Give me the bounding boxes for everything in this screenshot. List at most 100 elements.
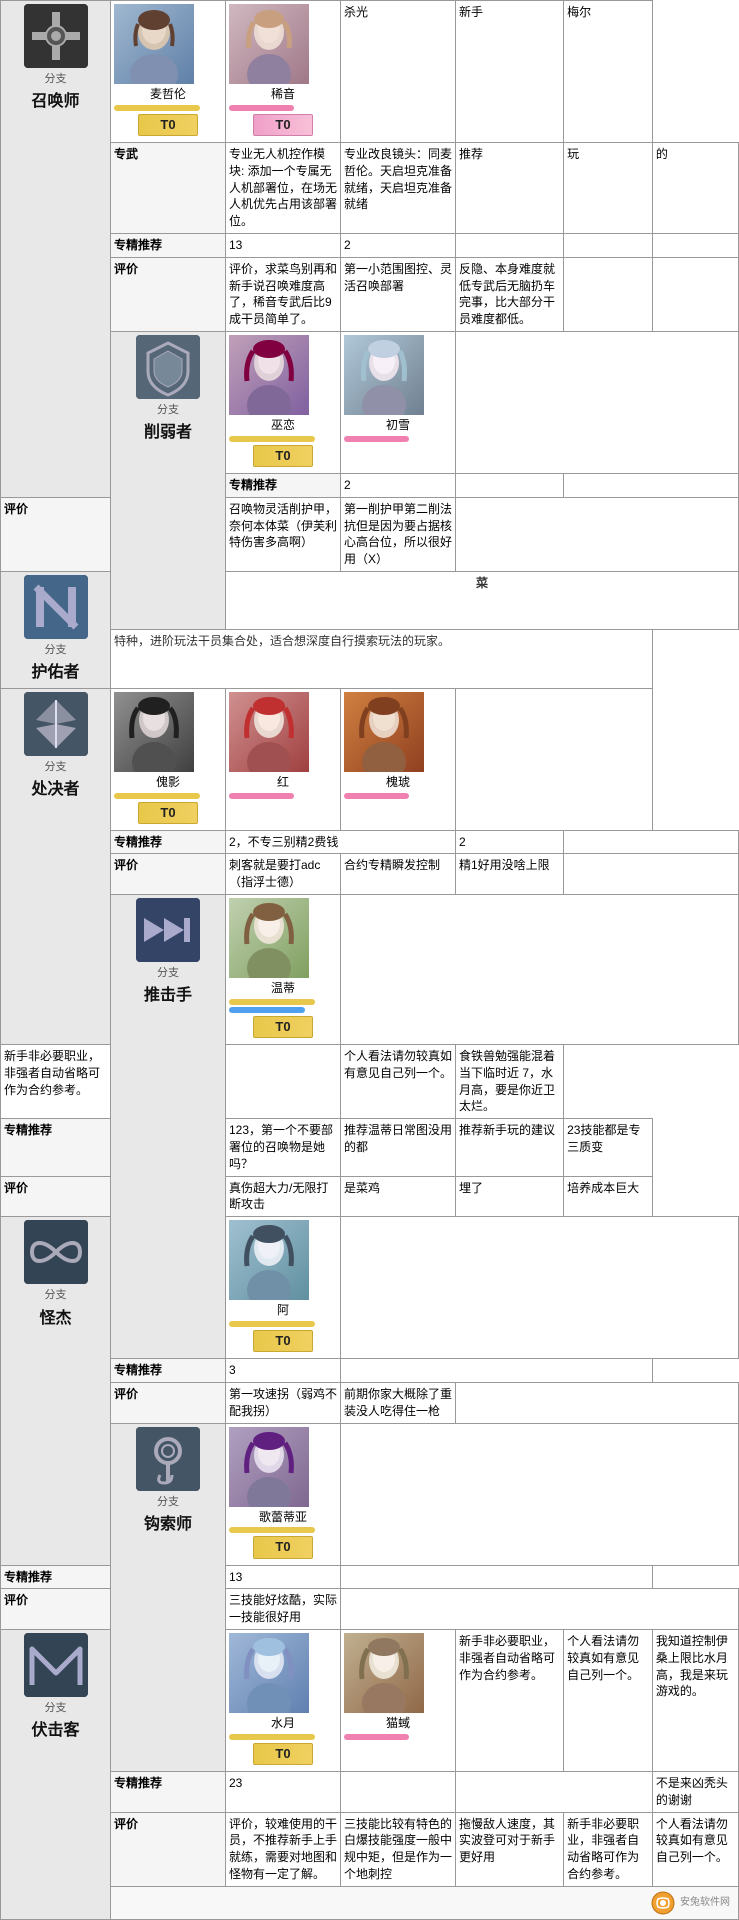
- char-cell-geleidi: 歌蕾蒂亚 T0: [226, 1423, 341, 1565]
- eval-push-4: 培养成本巨大: [564, 1176, 653, 1217]
- label-eval-ambush: 评价: [111, 1812, 226, 1886]
- avatar-wulian: [229, 335, 309, 415]
- specialtynum-execute-extra: [564, 830, 739, 854]
- rank-bar-xiyin: [229, 105, 294, 111]
- eval-push-1: 真伤超大力/无限打断攻击: [226, 1176, 341, 1217]
- branch-name-weaken: 削弱者: [114, 422, 222, 444]
- eval-maizhelun: 第一小范围图控、灵活召唤部署: [341, 257, 456, 331]
- eval-hong: 合约专精瞬发控制: [341, 854, 456, 895]
- char-cell-shuiyue: 水月 T0: [226, 1629, 341, 1771]
- specialtynum-maizhelun: 13: [226, 233, 341, 257]
- label-specialtynum-hook: 专精推荐: [1, 1565, 111, 1589]
- specialtynum-row-weird: 专精推荐 3: [1, 1359, 739, 1383]
- branch-prefix-guard: 分支: [4, 643, 107, 658]
- eval-maoyou: 拖慢敌人速度，其实波登可对于新手更好用: [456, 1812, 564, 1886]
- push-extra-chars: [341, 895, 739, 1045]
- specialtynum-push-3: 推荐新手玩的建议: [456, 1119, 564, 1176]
- tier-badge-maizhelun: T0: [138, 114, 198, 136]
- branch-row-push: 分支 推击手 温蒂: [1, 895, 739, 1045]
- branch-prefix-push: 分支: [114, 966, 222, 981]
- eval-ambush-extra1: 新手非必要职业，非强者自动省略可作为合约参考。: [564, 1812, 653, 1886]
- watermark-icon: [651, 1891, 675, 1915]
- specialtynum-ambush-2: [341, 1771, 456, 1812]
- eval-shuiyue: 三技能比较有特色的白爆技能强度一般中规中矩，但是作为一个地刺控: [341, 1812, 456, 1886]
- char-cell-wendi: 温蒂 T0: [226, 895, 341, 1045]
- rank-bar-hong: [229, 793, 294, 799]
- avatar-xiyin: [229, 4, 309, 84]
- rank-bar-wendi-1: [229, 999, 315, 1005]
- eval-a-1: 第一攻速拐（弱鸡不配我拐）: [226, 1383, 341, 1424]
- rank-bar-shuiyue: [229, 1734, 315, 1740]
- execute-icon: [24, 692, 88, 756]
- branch-cell-ambush: 分支 伏击客: [1, 1629, 111, 1919]
- weird-icon: [24, 1220, 88, 1284]
- rank-bar-maizhelun: [114, 105, 200, 111]
- eval-hook-extra: [341, 1589, 739, 1630]
- push-eval-extra-3: 个人看法请勿较真如有意见自己列一个。: [341, 1045, 456, 1119]
- guard-icon: [24, 575, 88, 639]
- char-name-chuxue: 初雪: [344, 417, 452, 434]
- weird-extra: [341, 1217, 739, 1359]
- eval-row-execute: 评价 刺客就是要打adc（指浮士德） 合约专精瞬发控制 精1好用没啥上限: [1, 854, 739, 895]
- rank-bar-huaihu: [344, 793, 409, 799]
- specialtynum-ambush-note: 不是来凶秃头的谢谢: [652, 1771, 738, 1812]
- rank-bar-wulian: [229, 436, 315, 442]
- specialty-maizhelun: 专业无人机控作模块: 添加一个专属无人机部署位，在场无人机优先占用该部署位。: [226, 142, 341, 233]
- branch-name-hook: 钩索师: [114, 1514, 222, 1536]
- label-specialtynum-weaken: 专精推荐: [226, 473, 341, 497]
- tier-badge-a: T0: [253, 1330, 313, 1352]
- branch-prefix-hook: 分支: [114, 1495, 222, 1510]
- char-cell-xiyin: 稀音 T0: [226, 1, 341, 143]
- ambush-extra-1: 新手非必要职业，非强者自动省略可作为合约参考。: [456, 1629, 564, 1771]
- specialtynum-c3: [456, 233, 564, 257]
- specialtynum-push-2: 推荐温蒂日常图没用的都: [341, 1119, 456, 1176]
- char-name-wulian: 巫恋: [229, 417, 337, 434]
- watermark-cell: 安兔软件网: [111, 1886, 739, 1919]
- specialtynum-chuxue: [456, 473, 564, 497]
- eval-xiyin: 反隐、本身难度就低专武后无脑扔车完事，比大部分干员难度都低。: [456, 257, 564, 331]
- label-specialtynum-ambush: 专精推荐: [111, 1771, 226, 1812]
- char-name-shuiyue: 水月: [229, 1715, 337, 1732]
- eval-row-summon: 评价 评价，求菜鸟别再和新手说召唤难度高了，稀音专武后比9成干员简单了。 第一小…: [1, 257, 739, 331]
- specialtynum-weaken-extra: [564, 473, 739, 497]
- label-specialtynum-summon: 专精推荐: [111, 233, 226, 257]
- weaken-icon: [136, 335, 200, 399]
- specialtynum-push-4: 23技能都是专三质变: [564, 1119, 653, 1176]
- label-eval-push: 评价: [1, 1176, 111, 1217]
- char-name-geleidi: 歌蕾蒂亚: [229, 1509, 337, 1526]
- label-specialtynum-execute: 专精推荐: [111, 830, 226, 854]
- char-cell-huaihu: 槐琥: [341, 688, 456, 830]
- branch-name-execute: 处决者: [4, 779, 107, 801]
- branch-name-guard: 护佑者: [4, 662, 107, 684]
- tier-badge-shuiyue: T0: [253, 1743, 313, 1765]
- avatar-kuiying: [114, 692, 194, 772]
- specialty-shaguang: 推荐: [456, 142, 564, 233]
- specialtynum-wulian: 2: [341, 473, 456, 497]
- big-char-cai: 菜: [226, 571, 739, 629]
- rank-bar-maoyou: [344, 1734, 409, 1740]
- char-name-kuiying: 傀影: [114, 774, 222, 791]
- tier-badge-xiyin: T0: [253, 114, 313, 136]
- tier-badge-kuiying: T0: [138, 802, 198, 824]
- label-eval-hook: 评价: [1, 1589, 111, 1630]
- eval-push-3: 埋了: [456, 1176, 564, 1217]
- specialtynum-execute-2: 2: [456, 830, 564, 854]
- char-cell-kuiying: 傀影 T0: [111, 688, 226, 830]
- label-eval-execute: 评价: [111, 854, 226, 895]
- avatar-maizhelun: [114, 4, 194, 84]
- weaken-extra: [456, 331, 739, 473]
- rank-bar-chuxue: [344, 436, 409, 442]
- eval-ambush-intro: 评价，较难使用的干员，不推荐新手上手就练，需要对地图和怪物有一定了解。: [226, 1812, 341, 1886]
- label-eval-weird: 评价: [111, 1383, 226, 1424]
- avatar-hong: [229, 692, 309, 772]
- branch-cell-summon: 分支 召唤师: [1, 1, 111, 498]
- specialtynum-weird-1: 3: [226, 1359, 341, 1383]
- push-eval-extra-2: [226, 1045, 341, 1119]
- label-eval-summon: 评价: [111, 257, 226, 331]
- branch-cell-execute: 分支 处决者: [1, 688, 111, 1044]
- avatar-huaihu: [344, 692, 424, 772]
- push-eval-extra-1: 新手非必要职业，非强者自动省略可作为合约参考。: [1, 1045, 111, 1119]
- char-cell-maoyou: 猫蜮: [341, 1629, 456, 1771]
- push-eval-extra-4: 食铁兽勉强能混着当下临时近 7，水月高，要是你近卫太烂。: [456, 1045, 564, 1119]
- eval-execute-extra: [564, 854, 739, 895]
